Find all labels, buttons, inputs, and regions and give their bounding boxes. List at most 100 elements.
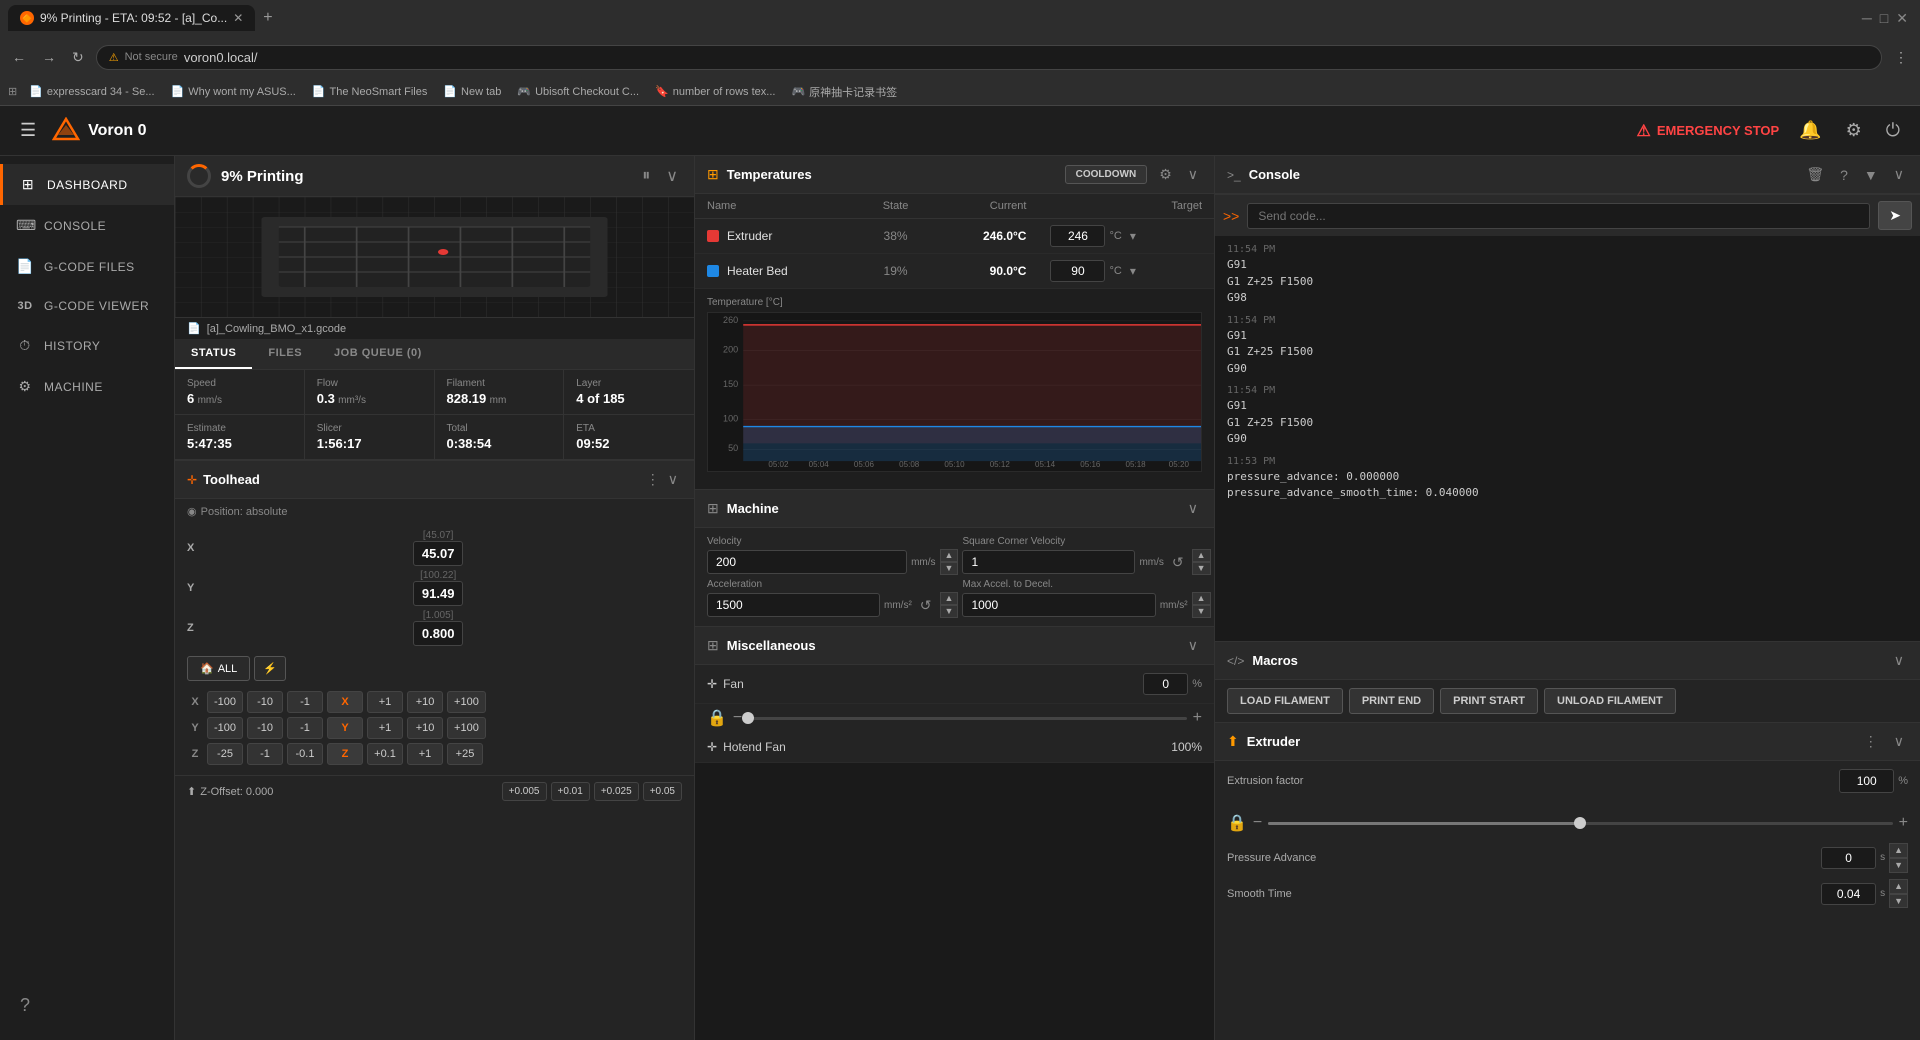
print-start-button[interactable]: PRINT START	[1440, 688, 1538, 714]
pause-button[interactable]: ⏸	[638, 165, 654, 187]
fan-slider-lock[interactable]: 🔒	[707, 708, 727, 728]
console-collapse-button[interactable]: ∨	[1890, 164, 1908, 185]
z-plus-01[interactable]: +0.1	[367, 743, 403, 765]
sidebar-item-dashboard[interactable]: ⊞ DASHBOARD	[0, 164, 174, 205]
velocity-up[interactable]: ▲	[940, 549, 959, 562]
pressure-advance-input[interactable]	[1821, 847, 1876, 869]
sidebar-item-gcode-files[interactable]: 📄 G-CODE FILES	[0, 246, 174, 287]
smooth-time-up[interactable]: ▲	[1889, 879, 1908, 894]
console-input[interactable]	[1247, 203, 1870, 229]
console-filter-button[interactable]: ▼	[1860, 165, 1882, 185]
print-end-button[interactable]: PRINT END	[1349, 688, 1434, 714]
console-clear-button[interactable]: 🗑	[1802, 164, 1828, 185]
y-plus-1[interactable]: +1	[367, 717, 403, 739]
z-minus-25[interactable]: -25	[207, 743, 243, 765]
x-minus-100[interactable]: -100	[207, 691, 243, 713]
sidebar-item-machine[interactable]: ⚙ MACHINE	[0, 366, 174, 407]
max-accel-up[interactable]: ▲	[1192, 592, 1211, 605]
y-letter[interactable]: Y	[327, 717, 363, 739]
x-plus-1[interactable]: +1	[367, 691, 403, 713]
heater-bed-target-input[interactable]	[1050, 260, 1105, 282]
bookmark-4[interactable]: 🎮 Ubisoft Checkout C...	[513, 83, 643, 100]
tab-job-queue[interactable]: JOB QUEUE (0)	[318, 339, 438, 369]
x-minus-1[interactable]: -1	[287, 691, 323, 713]
y-minus-100[interactable]: -100	[207, 717, 243, 739]
z-offset-plus-0005[interactable]: +0.005	[502, 782, 547, 801]
bookmark-5[interactable]: 🔖 number of rows tex...	[651, 83, 779, 100]
z-minus-1[interactable]: -1	[247, 743, 283, 765]
address-bar[interactable]: ⚠ Not secure voron0.local/	[96, 45, 1882, 70]
smooth-time-down[interactable]: ▼	[1889, 894, 1908, 909]
square-corner-down[interactable]: ▼	[1192, 562, 1211, 575]
velocity-down[interactable]: ▼	[940, 562, 959, 575]
extrusion-factor-slider[interactable]	[1268, 822, 1892, 825]
y-plus-100[interactable]: +100	[447, 717, 486, 739]
extruder-temp-menu[interactable]: ▾	[1126, 227, 1140, 245]
y-plus-10[interactable]: +10	[407, 717, 443, 739]
settings-button[interactable]: ⚙	[1842, 116, 1866, 145]
console-help-button[interactable]: ?	[1836, 165, 1852, 185]
z-letter[interactable]: Z	[327, 743, 363, 765]
acceleration-down[interactable]: ▼	[940, 605, 959, 618]
motors-off-button[interactable]: ⚡	[254, 656, 286, 681]
acceleration-up[interactable]: ▲	[940, 592, 959, 605]
hamburger-menu-button[interactable]: ☰	[16, 116, 40, 145]
sidebar-item-gcode-viewer[interactable]: 3D G-CODE VIEWER	[0, 287, 174, 325]
square-corner-input[interactable]	[962, 550, 1135, 574]
home-all-button[interactable]: 🏠 ALL	[187, 656, 250, 681]
load-filament-button[interactable]: LOAD FILAMENT	[1227, 688, 1343, 714]
max-accel-input[interactable]	[962, 593, 1155, 617]
sidebar-item-console[interactable]: ⌨ CONSOLE	[0, 205, 174, 246]
unload-filament-button[interactable]: UNLOAD FILAMENT	[1544, 688, 1676, 714]
tab-files[interactable]: FILES	[252, 339, 318, 369]
back-button[interactable]: ←	[8, 45, 30, 69]
extrusion-factor-input[interactable]	[1839, 769, 1894, 793]
extrusion-factor-minus[interactable]: −	[1253, 814, 1262, 832]
fan-slider[interactable]	[748, 717, 1186, 720]
heater-bed-temp-menu[interactable]: ▾	[1126, 262, 1140, 280]
notifications-button[interactable]: 🔔	[1795, 116, 1825, 145]
pressure-advance-down[interactable]: ▼	[1889, 858, 1908, 873]
power-button[interactable]: ⏻	[1882, 116, 1904, 145]
forward-button[interactable]: →	[38, 45, 60, 69]
extrusion-factor-plus[interactable]: +	[1899, 814, 1908, 832]
square-corner-reset[interactable]: ↺	[1168, 552, 1188, 573]
velocity-input[interactable]	[707, 550, 907, 574]
z-minus-01[interactable]: -0.1	[287, 743, 323, 765]
tab-status[interactable]: STATUS	[175, 339, 252, 369]
z-offset-plus-005[interactable]: +0.05	[643, 782, 682, 801]
maximize-button[interactable]: □	[1876, 6, 1892, 30]
sidebar-item-history[interactable]: ⏱ HISTORY	[0, 325, 174, 366]
close-window-button[interactable]: ✕	[1892, 6, 1912, 31]
extruder-target-input[interactable]	[1050, 225, 1105, 247]
fan-slider-minus[interactable]: −	[733, 709, 742, 727]
toolhead-menu-button[interactable]: ⋮	[642, 469, 664, 490]
temp-collapse-button[interactable]: ∨	[1184, 164, 1202, 185]
extruder-collapse-button[interactable]: ∨	[1890, 731, 1908, 752]
z-plus-1[interactable]: +1	[407, 743, 443, 765]
fan-slider-plus[interactable]: +	[1193, 709, 1202, 727]
extrusion-factor-lock[interactable]: 🔒	[1227, 813, 1247, 833]
z-plus-25[interactable]: +25	[447, 743, 483, 765]
smooth-time-input[interactable]	[1821, 883, 1876, 905]
machine-collapse-button[interactable]: ∨	[1184, 498, 1202, 519]
pressure-advance-up[interactable]: ▲	[1889, 843, 1908, 858]
fan-input[interactable]	[1143, 673, 1188, 695]
bookmark-1[interactable]: 📄 Why wont my ASUS...	[167, 83, 300, 100]
x-letter[interactable]: X	[327, 691, 363, 713]
minimize-button[interactable]: ─	[1858, 6, 1876, 30]
z-offset-plus-0025[interactable]: +0.025	[594, 782, 639, 801]
acceleration-reset[interactable]: ↺	[916, 595, 936, 616]
extensions-button[interactable]: ⋮	[1890, 45, 1912, 70]
y-minus-10[interactable]: -10	[247, 717, 283, 739]
refresh-button[interactable]: ↻	[68, 45, 88, 70]
max-accel-down[interactable]: ▼	[1192, 605, 1211, 618]
help-button[interactable]: ?	[16, 993, 34, 1018]
print-menu-button[interactable]: ∨	[662, 164, 682, 188]
macros-collapse-button[interactable]: ∨	[1890, 650, 1908, 671]
x-plus-100[interactable]: +100	[447, 691, 486, 713]
close-tab-button[interactable]: ✕	[233, 11, 243, 25]
toolhead-collapse-button[interactable]: ∨	[664, 469, 682, 490]
misc-collapse-button[interactable]: ∨	[1184, 635, 1202, 656]
extruder-menu-button[interactable]: ⋮	[1860, 731, 1882, 752]
